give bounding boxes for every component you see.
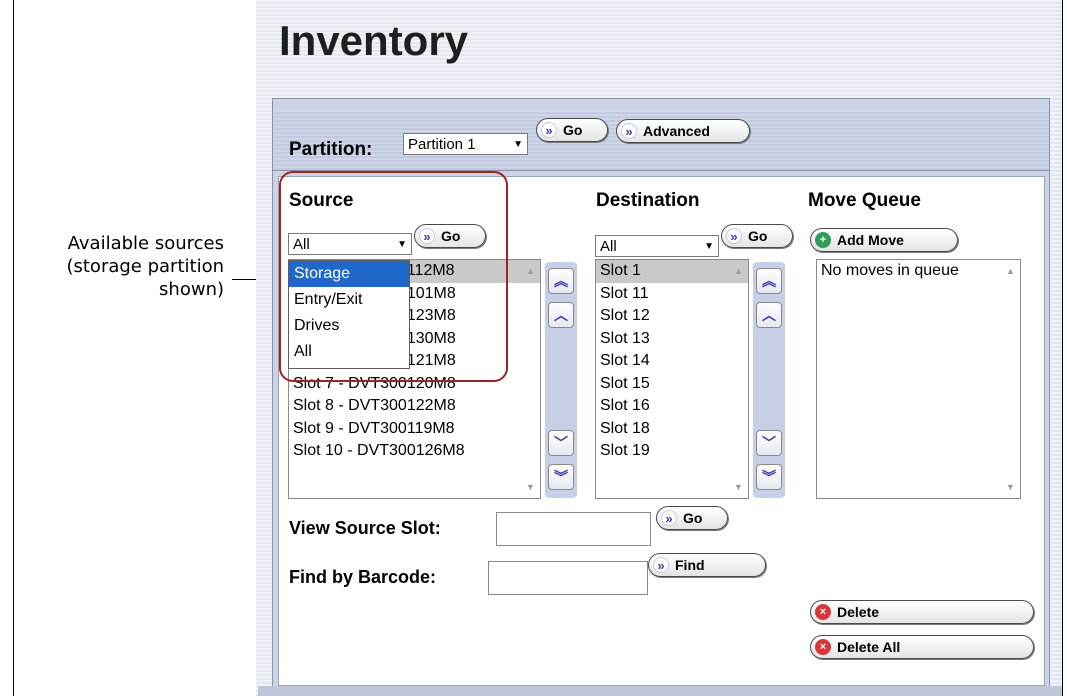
view-source-go-button[interactable]: » Go bbox=[656, 506, 728, 530]
list-item[interactable]: Slot 1 bbox=[596, 260, 748, 283]
x-circle-icon: × bbox=[815, 639, 831, 655]
destination-heading: Destination bbox=[596, 190, 700, 211]
scroll-down-icon[interactable]: ▼ bbox=[1006, 482, 1015, 492]
find-label: Find bbox=[675, 557, 705, 573]
list-item[interactable]: Slot 19 bbox=[596, 440, 748, 463]
partition-go-label: Go bbox=[563, 122, 583, 138]
advanced-button[interactable]: » Advanced bbox=[616, 119, 750, 143]
bottom-bar bbox=[258, 686, 1062, 696]
double-chevron-icon: » bbox=[661, 510, 677, 526]
partition-go-button[interactable]: » Go bbox=[536, 118, 608, 142]
find-button[interactable]: » Find bbox=[648, 553, 766, 577]
list-item[interactable]: Slot 11 bbox=[596, 283, 748, 306]
delete-button[interactable]: × Delete bbox=[810, 600, 1034, 624]
list-item[interactable]: Slot 10 - DVT300126M8 bbox=[289, 440, 540, 463]
callout-annotation: Available sources (storage partition sho… bbox=[18, 232, 224, 301]
list-item[interactable]: Slot 15 bbox=[596, 373, 748, 396]
move-up-icon[interactable]: ︿ bbox=[548, 302, 574, 328]
callout-line-3: shown) bbox=[159, 279, 224, 300]
plus-circle-icon: + bbox=[815, 232, 831, 248]
partition-select-value: Partition 1 bbox=[408, 136, 476, 153]
view-source-slot-label: View Source Slot: bbox=[289, 518, 441, 538]
move-queue-list[interactable]: No moves in queue ▲ ▼ bbox=[816, 259, 1021, 499]
double-chevron-icon: » bbox=[726, 228, 742, 244]
scroll-up-icon[interactable]: ▲ bbox=[526, 266, 535, 276]
x-circle-icon: × bbox=[815, 604, 831, 620]
advanced-label: Advanced bbox=[643, 123, 710, 139]
move-to-top-icon[interactable]: ︽ bbox=[548, 268, 574, 294]
chevron-down-icon: ▼ bbox=[704, 241, 714, 252]
move-up-icon[interactable]: ︿ bbox=[756, 302, 782, 328]
delete-all-button[interactable]: × Delete All bbox=[810, 635, 1034, 659]
move-to-bottom-icon[interactable]: ︾ bbox=[548, 464, 574, 490]
source-scrollbar[interactable]: ▲ ▼ bbox=[524, 262, 538, 496]
source-reorder-bar: ︽ ︿ ﹀ ︾ bbox=[545, 262, 577, 498]
destination-list[interactable]: Slot 1 Slot 11 Slot 12 Slot 13 Slot 14 S… bbox=[595, 259, 749, 499]
destination-scrollbar[interactable]: ▲ ▼ bbox=[732, 262, 746, 496]
move-down-icon[interactable]: ﹀ bbox=[548, 430, 574, 456]
callout-line-1: Available sources bbox=[67, 233, 224, 254]
delete-all-label: Delete All bbox=[837, 639, 901, 655]
move-queue-empty-text: No moves in queue bbox=[821, 262, 959, 279]
scroll-up-icon[interactable]: ▲ bbox=[1006, 266, 1015, 276]
destination-filter-value: All bbox=[600, 238, 617, 255]
move-down-icon[interactable]: ﹀ bbox=[756, 430, 782, 456]
double-chevron-icon: » bbox=[541, 122, 557, 138]
callout-highlight-ring bbox=[279, 171, 508, 382]
destination-go-label: Go bbox=[748, 228, 768, 244]
scroll-up-icon[interactable]: ▲ bbox=[734, 266, 743, 276]
list-item[interactable]: Slot 13 bbox=[596, 328, 748, 351]
scroll-down-icon[interactable]: ▼ bbox=[526, 482, 535, 492]
list-item[interactable]: Slot 8 - DVT300122M8 bbox=[289, 395, 540, 418]
add-move-label: Add Move bbox=[837, 232, 904, 248]
find-by-barcode-input[interactable] bbox=[488, 561, 648, 595]
destination-go-button[interactable]: » Go bbox=[721, 224, 793, 248]
list-item[interactable]: Slot 14 bbox=[596, 350, 748, 373]
double-chevron-icon: » bbox=[621, 123, 637, 139]
list-item[interactable]: Slot 16 bbox=[596, 395, 748, 418]
move-to-top-icon[interactable]: ︽ bbox=[756, 268, 782, 294]
move-queue-scrollbar[interactable]: ▲ ▼ bbox=[1004, 262, 1018, 496]
list-item[interactable]: Slot 18 bbox=[596, 418, 748, 441]
move-to-bottom-icon[interactable]: ︾ bbox=[756, 464, 782, 490]
scroll-down-icon[interactable]: ▼ bbox=[734, 482, 743, 492]
view-source-slot-input[interactable] bbox=[496, 512, 651, 546]
chevron-down-icon: ▼ bbox=[513, 139, 523, 150]
page-title: Inventory bbox=[279, 17, 469, 64]
list-item[interactable]: Slot 9 - DVT300119M8 bbox=[289, 418, 540, 441]
destination-filter-select[interactable]: All ▼ bbox=[595, 235, 719, 257]
add-move-button[interactable]: + Add Move bbox=[810, 228, 958, 252]
list-item[interactable]: Slot 12 bbox=[596, 305, 748, 328]
destination-reorder-bar: ︽ ︿ ﹀ ︾ bbox=[753, 262, 785, 498]
find-by-barcode-label: Find by Barcode: bbox=[289, 567, 437, 587]
double-chevron-icon: » bbox=[653, 557, 669, 573]
callout-line-2: (storage partition bbox=[66, 256, 224, 277]
delete-label: Delete bbox=[837, 604, 880, 620]
partition-label: Partition: bbox=[289, 139, 373, 160]
view-source-go-label: Go bbox=[683, 510, 703, 526]
partition-select[interactable]: Partition 1 ▼ bbox=[403, 133, 528, 155]
move-queue-heading: Move Queue bbox=[808, 190, 921, 211]
